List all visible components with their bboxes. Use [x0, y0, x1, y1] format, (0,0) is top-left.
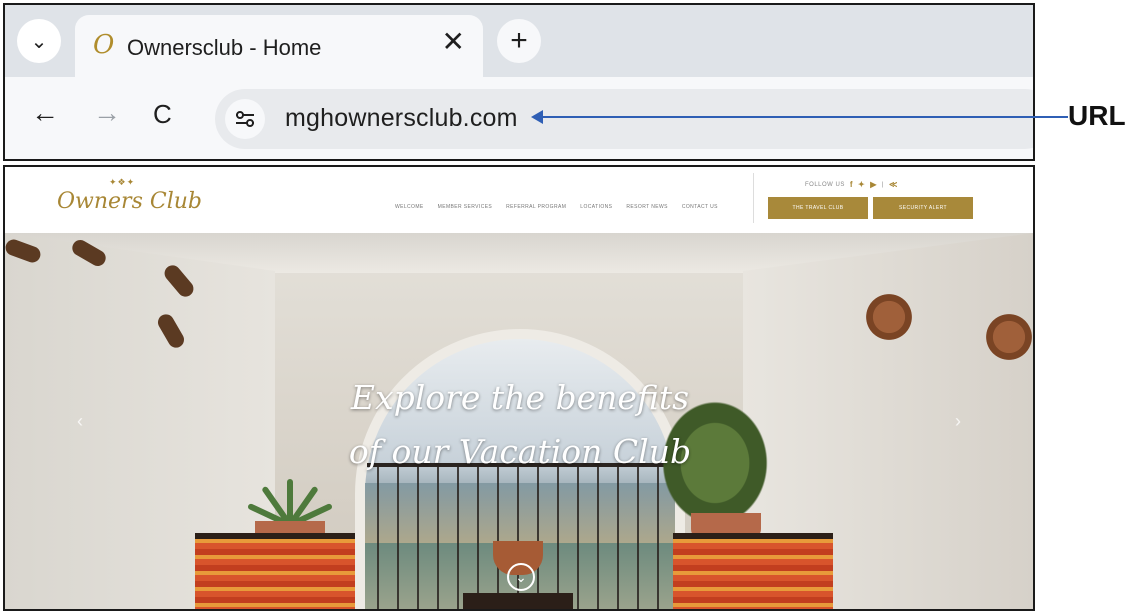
url-text[interactable]: mghownersclub.com: [285, 104, 518, 133]
travel-club-button[interactable]: The Travel Club: [768, 197, 868, 219]
nav-item-welcome[interactable]: Welcome: [395, 204, 424, 210]
logo-crest-icon: ✦❖✦: [109, 177, 136, 187]
screenshot-stage: ⌄ O Ownersclub - Home ✕ + ← → C mghowner…: [0, 0, 1130, 614]
logo-text: Owners Club: [57, 189, 202, 214]
hero-title-line-2: of our Vacation Club: [348, 432, 692, 471]
chair-right: [673, 533, 833, 609]
follow-separator: |: [881, 181, 884, 188]
site-favicon-icon: O: [93, 30, 115, 60]
nav-item-contact-us[interactable]: Contact Us: [682, 204, 718, 210]
header-divider: [753, 173, 754, 223]
plus-icon: +: [510, 24, 528, 57]
slider-prev-icon[interactable]: ‹: [77, 411, 83, 432]
follow-label: FOLLOW US: [805, 181, 845, 188]
nav-item-member-services[interactable]: Member Services: [438, 204, 493, 210]
website-viewport: ✦❖✦ Owners Club Welcome Member Services …: [3, 165, 1035, 611]
address-bar[interactable]: mghownersclub.com: [215, 89, 1033, 149]
forward-arrow-icon[interactable]: →: [93, 99, 121, 127]
facebook-icon[interactable]: f: [850, 180, 853, 189]
language-icon[interactable]: ≪: [889, 180, 898, 189]
site-logo[interactable]: ✦❖✦ Owners Club: [57, 175, 202, 225]
sun-decor-1: [847, 275, 931, 359]
security-alert-button[interactable]: Security Alert: [873, 197, 973, 219]
chair-left: [195, 533, 355, 609]
chevron-down-icon: ⌄: [30, 30, 48, 53]
tab-search-button[interactable]: ⌄: [17, 19, 61, 63]
scroll-down-button[interactable]: ⌄: [507, 563, 535, 591]
close-icon[interactable]: ✕: [442, 28, 465, 56]
tab-strip: ⌄ O Ownersclub - Home ✕ +: [5, 5, 1033, 77]
new-tab-button[interactable]: +: [497, 19, 541, 63]
chevron-down-icon: ⌄: [515, 568, 527, 585]
slider-next-icon[interactable]: ›: [955, 411, 961, 432]
youtube-icon[interactable]: ▶: [870, 180, 877, 189]
nav-item-locations[interactable]: Locations: [580, 204, 612, 210]
hero-title-line-1: Explore the benefits: [350, 378, 690, 417]
nav-item-referral-program[interactable]: Referral Program: [506, 204, 566, 210]
active-tab[interactable]: O Ownersclub - Home ✕: [75, 15, 483, 77]
center-table: [463, 593, 573, 609]
tab-title: Ownersclub - Home: [127, 35, 322, 60]
browser-toolbar: ← → C mghownersclub.com: [5, 77, 1033, 159]
nav-item-resort-news[interactable]: Resort News: [626, 204, 667, 210]
follow-us: FOLLOW US f ✦ ▶ | ≪: [805, 180, 898, 189]
annotation-arrow-line: [540, 116, 1068, 118]
back-arrow-icon[interactable]: ←: [31, 99, 59, 127]
twitter-icon[interactable]: ✦: [858, 180, 865, 189]
site-header: ✦❖✦ Owners Club Welcome Member Services …: [5, 167, 1033, 233]
annotation-label: URL: [1068, 100, 1126, 131]
tune-icon[interactable]: [225, 99, 265, 139]
browser-window: ⌄ O Ownersclub - Home ✕ + ← → C mghowner…: [3, 3, 1035, 161]
hero-title: Explore the benefits of our Vacation Clu…: [335, 371, 705, 479]
main-nav: Welcome Member Services Referral Program…: [395, 204, 718, 210]
reload-icon[interactable]: C: [153, 101, 172, 127]
sun-decor-2: [967, 295, 1033, 379]
hero-slider: Explore the benefits of our Vacation Clu…: [5, 233, 1033, 609]
